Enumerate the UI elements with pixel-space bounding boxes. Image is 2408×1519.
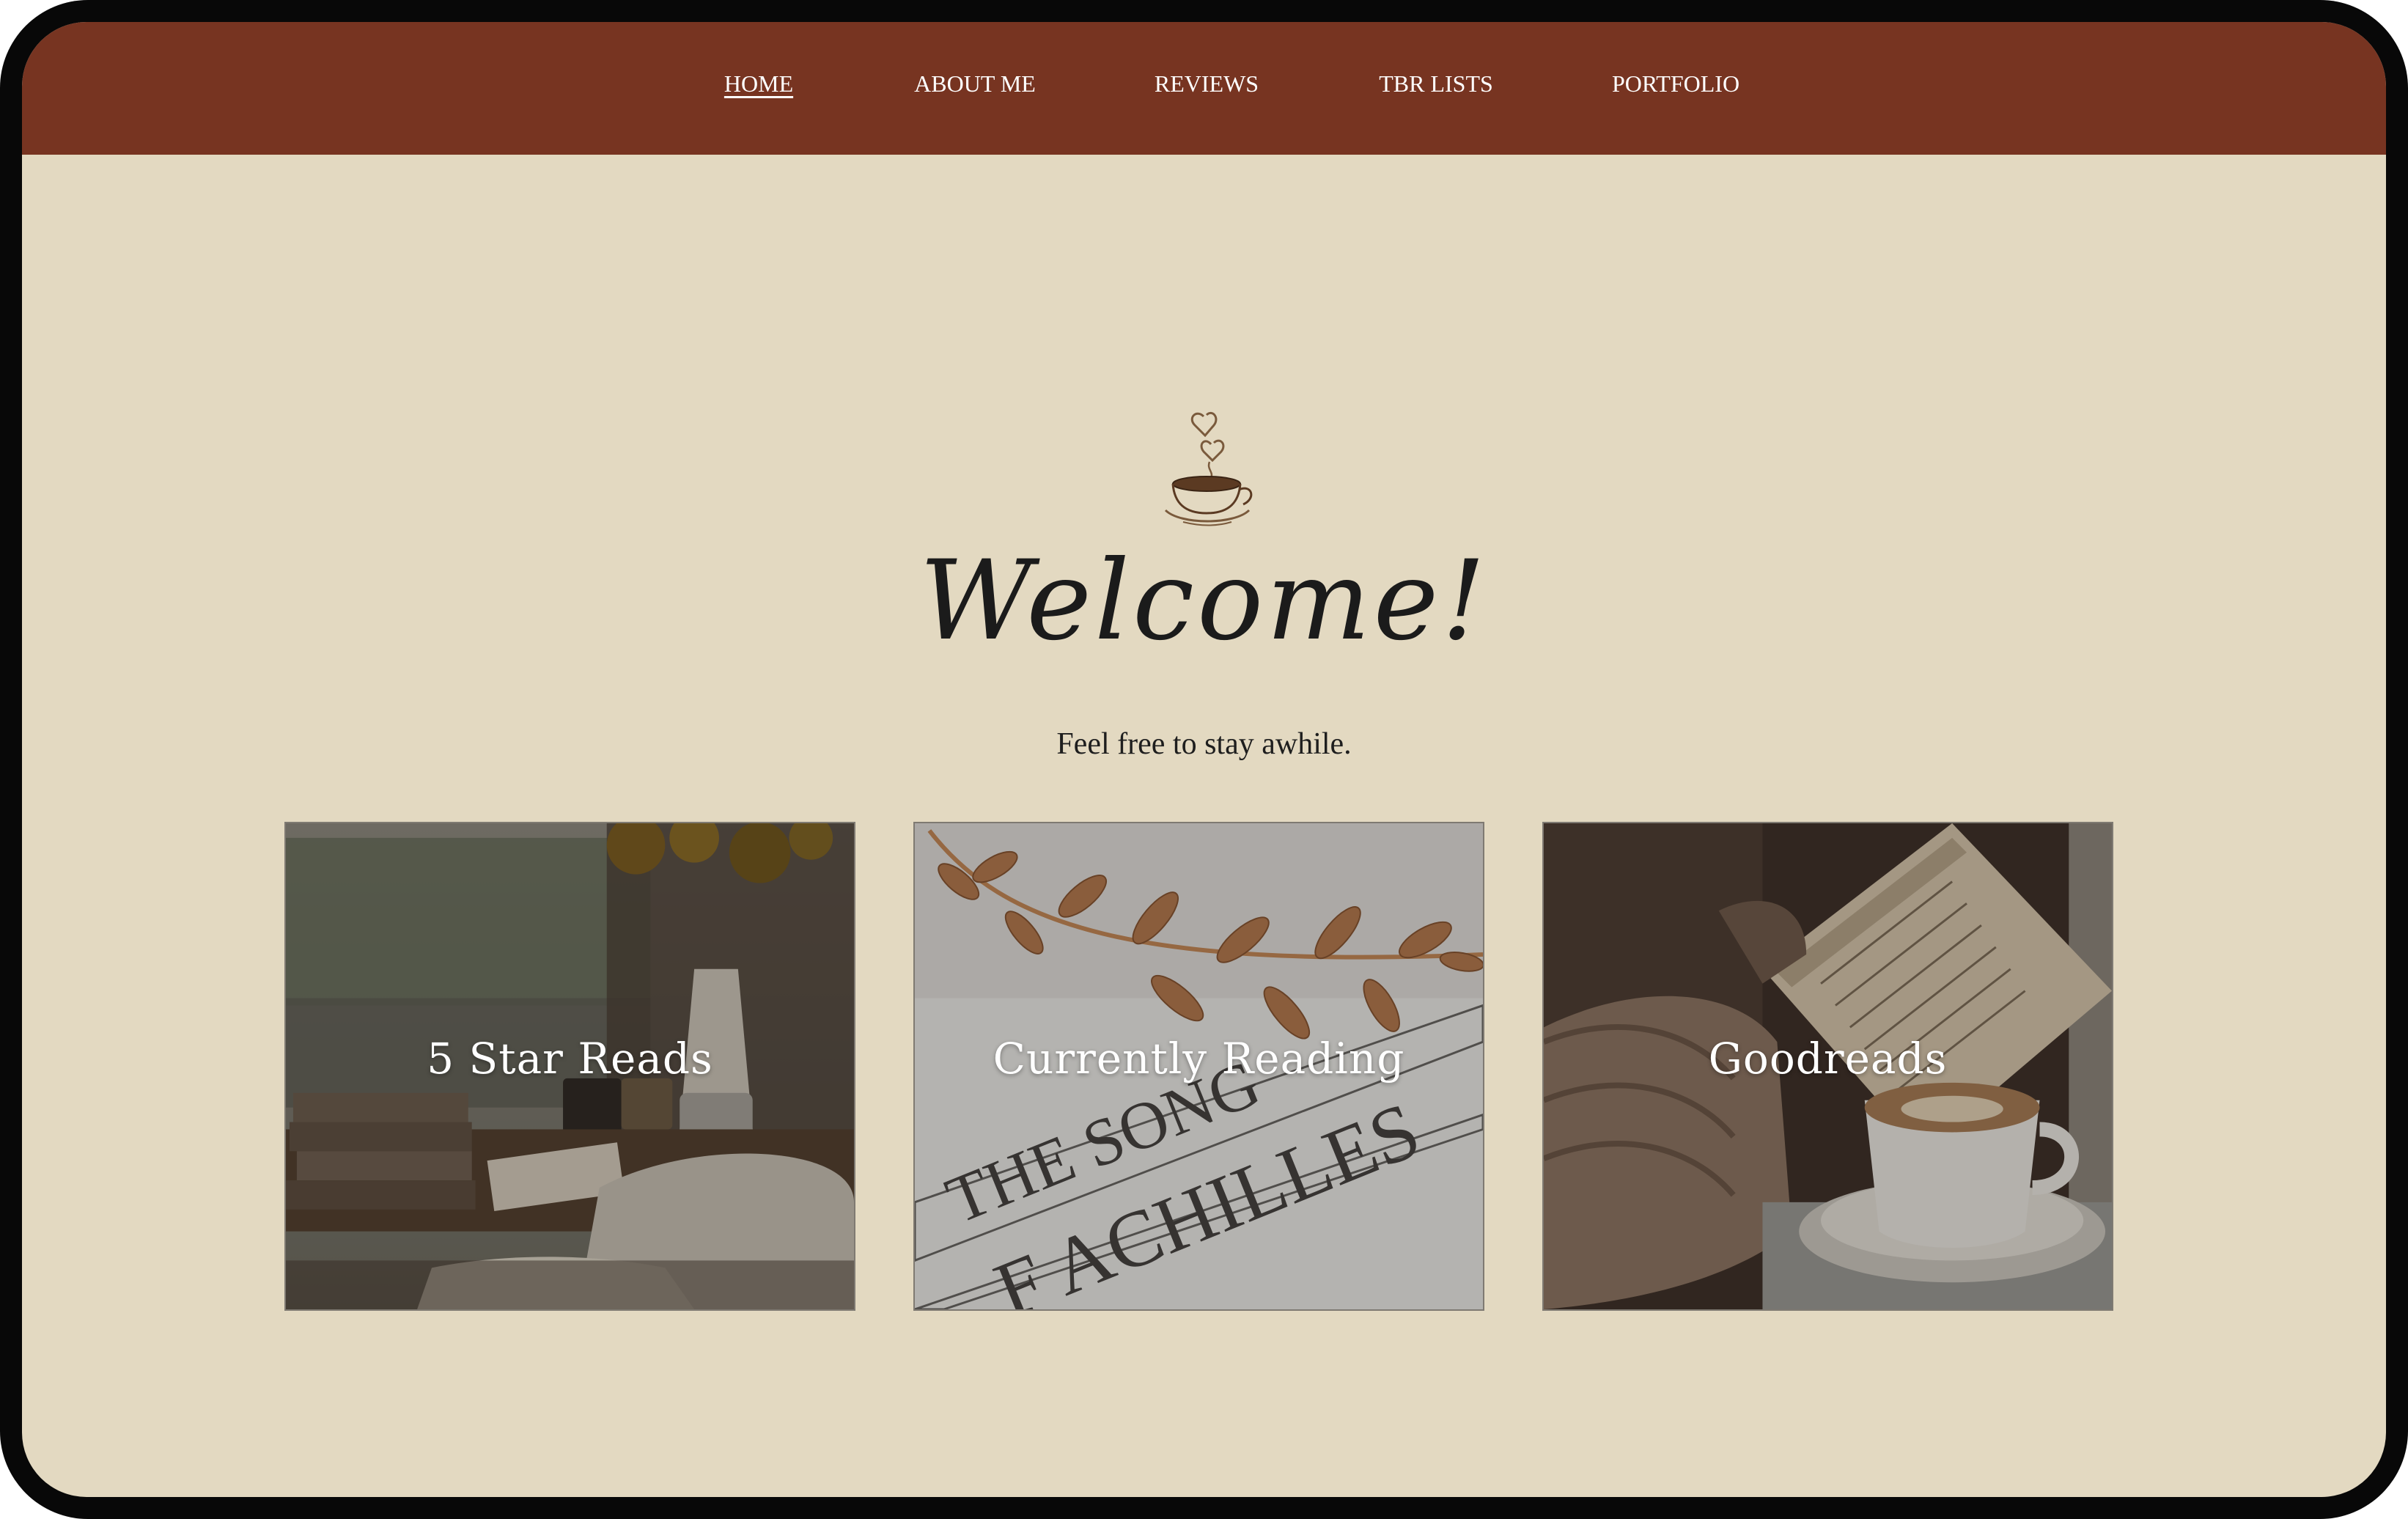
nav-portfolio-link[interactable]: PORTFOLIO <box>1612 69 1739 98</box>
card-currently-reading[interactable]: THE SONG F ACHILLES Currently Reading <box>913 822 1484 1311</box>
nav-tbr-lists-link[interactable]: TBR LISTS <box>1379 69 1493 98</box>
top-navigation-bar: HOME ABOUT ME REVIEWS TBR LISTS PORTFOLI… <box>22 22 2386 155</box>
nav-about-me-link[interactable]: ABOUT ME <box>914 69 1036 98</box>
card-currently-reading-label: Currently Reading <box>993 1034 1405 1084</box>
nav-home-link[interactable]: HOME <box>724 69 793 98</box>
card-five-star-reads-label: 5 Star Reads <box>427 1034 713 1084</box>
browser-viewport: HOME ABOUT ME REVIEWS TBR LISTS PORTFOLI… <box>22 22 2386 1497</box>
nav-reviews-link[interactable]: REVIEWS <box>1155 69 1259 98</box>
coffee-cup-hearts-icon <box>1164 411 1253 526</box>
welcome-heading: Welcome! <box>919 537 1489 665</box>
card-five-star-reads[interactable]: 5 Star Reads <box>284 822 855 1311</box>
device-frame: HOME ABOUT ME REVIEWS TBR LISTS PORTFOLI… <box>0 0 2408 1519</box>
card-goodreads[interactable]: Goodreads <box>1542 822 2113 1311</box>
card-goodreads-label: Goodreads <box>1708 1034 1948 1084</box>
welcome-subtitle: Feel free to stay awhile. <box>1056 727 1352 761</box>
